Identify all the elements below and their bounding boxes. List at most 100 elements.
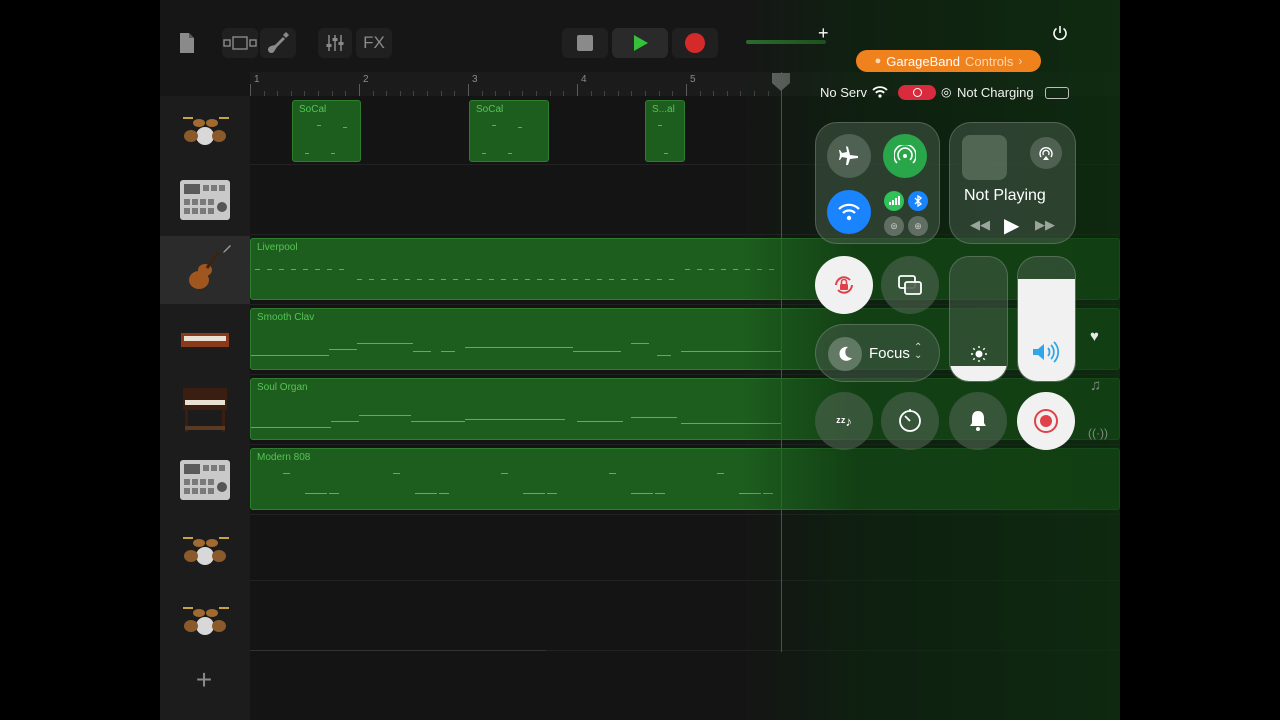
music-page-icon[interactable]: ♫	[1090, 377, 1101, 394]
rotation-lock-status-icon: ◎	[941, 85, 952, 99]
now-playing-module[interactable]: Not Playing ◀◀ ▶ ▶▶	[949, 122, 1076, 244]
sleep-music-toggle[interactable]: ᶻᶻ♪	[815, 392, 873, 450]
master-volume-slider[interactable]	[746, 40, 826, 44]
region-modern-808[interactable]: Modern 808	[250, 448, 1120, 510]
region-label: Liverpool	[257, 242, 298, 253]
mixer-button[interactable]	[318, 28, 352, 58]
midi-note	[547, 493, 557, 494]
midi-note	[573, 279, 578, 280]
midi-note	[763, 493, 773, 494]
connectivity-module[interactable]: ⊜ ⊕	[815, 122, 940, 244]
bar-number: 2	[363, 74, 369, 85]
midi-note	[417, 279, 422, 280]
midi-note	[745, 269, 750, 270]
violin-icon	[189, 251, 221, 289]
orientation-lock-toggle[interactable]	[815, 256, 873, 314]
midi-note	[427, 493, 437, 494]
midi-note	[655, 493, 665, 494]
midi-note	[441, 279, 446, 280]
record-button[interactable]	[672, 28, 718, 58]
personal-hotspot-toggle[interactable]: ⊕	[908, 216, 928, 236]
orientation-lock-icon	[835, 276, 853, 294]
airplay-button[interactable]	[1030, 137, 1062, 169]
screen-recording-toggle[interactable]	[1017, 392, 1075, 450]
vpn-toggle[interactable]: ⊜	[884, 216, 904, 236]
track-header-strings[interactable]	[160, 236, 250, 304]
volume-level-fill	[1018, 279, 1075, 381]
track-header-808[interactable]	[160, 446, 250, 514]
instrument-button[interactable]	[260, 28, 296, 58]
midi-note	[535, 493, 545, 494]
lane-divider	[250, 580, 1120, 581]
track-header-drums-3[interactable]	[160, 586, 250, 654]
add-control-icon[interactable]: +	[818, 24, 829, 42]
screen-mirroring-toggle[interactable]	[881, 256, 939, 314]
guitar-icon	[267, 32, 289, 54]
lane-divider	[250, 514, 1120, 515]
midi-note	[657, 279, 662, 280]
midi-note	[255, 269, 260, 270]
favorites-page-heart-icon[interactable]: ♥	[1090, 328, 1099, 345]
airdrop-icon	[894, 145, 916, 164]
fast-forward-button[interactable]: ▶▶	[1035, 217, 1055, 233]
rewind-button[interactable]: ◀◀	[970, 217, 990, 233]
midi-note	[643, 493, 653, 494]
wifi-toggle[interactable]	[827, 190, 871, 234]
play-pause-button[interactable]: ▶	[1004, 213, 1019, 238]
midi-note	[369, 279, 374, 280]
volume-slider[interactable]	[1017, 256, 1076, 382]
midi-note	[315, 269, 320, 270]
play-icon	[634, 35, 648, 51]
region-socal-2[interactable]: SoCal	[469, 100, 549, 162]
midi-note	[329, 493, 339, 494]
focus-button[interactable]: Focus ⌃ ⌄	[815, 324, 940, 382]
mixer-sliders-icon	[326, 35, 344, 51]
chevron-up-down-icon: ⌃ ⌄	[914, 342, 923, 361]
airplane-mode-toggle[interactable]	[827, 134, 871, 178]
browser-button[interactable]	[222, 28, 258, 58]
organ-icon	[183, 388, 227, 432]
track-header-drums-2[interactable]	[160, 516, 250, 584]
record-dot-icon	[912, 88, 922, 97]
my-songs-button[interactable]	[170, 28, 204, 58]
midi-note	[327, 269, 332, 270]
midi-note	[769, 269, 774, 270]
brightness-slider[interactable]	[949, 256, 1008, 382]
timer-toggle[interactable]	[881, 392, 939, 450]
track-header-drums[interactable]	[160, 96, 250, 164]
focus-label: Focus	[869, 345, 910, 362]
midi-note	[317, 493, 327, 494]
bar-number: 1	[254, 74, 260, 85]
midi-note	[405, 279, 410, 280]
now-playing-label: Not Playing	[964, 187, 1046, 204]
silent-mode-toggle[interactable]	[949, 392, 1007, 450]
add-track-button[interactable]: +	[188, 665, 220, 697]
beat-machine-icon	[180, 460, 230, 500]
airdrop-toggle[interactable]	[883, 134, 927, 178]
app-status-pill[interactable]: ● GarageBand Controls ›	[856, 50, 1041, 72]
midi-note	[585, 279, 590, 280]
region-socal-1[interactable]: SoCal	[292, 100, 361, 162]
midi-note	[717, 473, 724, 474]
track-header-beat-sequencer[interactable]	[160, 166, 250, 234]
play-button[interactable]	[612, 28, 668, 58]
ruler-tick	[468, 84, 469, 96]
midi-note	[357, 279, 362, 280]
region-label: S...al	[652, 104, 675, 115]
midi-note	[489, 279, 494, 280]
track-header-organ[interactable]	[160, 376, 250, 444]
power-icon[interactable]	[1052, 25, 1068, 41]
midi-note	[709, 269, 714, 270]
playhead-handle[interactable]	[771, 72, 791, 92]
fx-button[interactable]: FX	[356, 28, 392, 58]
stop-button[interactable]	[562, 28, 608, 58]
cellular-data-toggle[interactable]	[884, 191, 904, 211]
midi-note	[669, 279, 674, 280]
region-label: Modern 808	[257, 452, 311, 463]
region-socal-3[interactable]: S...al	[645, 100, 685, 162]
track-header-keyboard[interactable]	[160, 306, 250, 374]
midi-note	[453, 279, 458, 280]
bluetooth-toggle[interactable]	[908, 191, 928, 211]
midi-note	[477, 279, 482, 280]
connectivity-page-icon[interactable]: ((·))	[1088, 426, 1108, 440]
